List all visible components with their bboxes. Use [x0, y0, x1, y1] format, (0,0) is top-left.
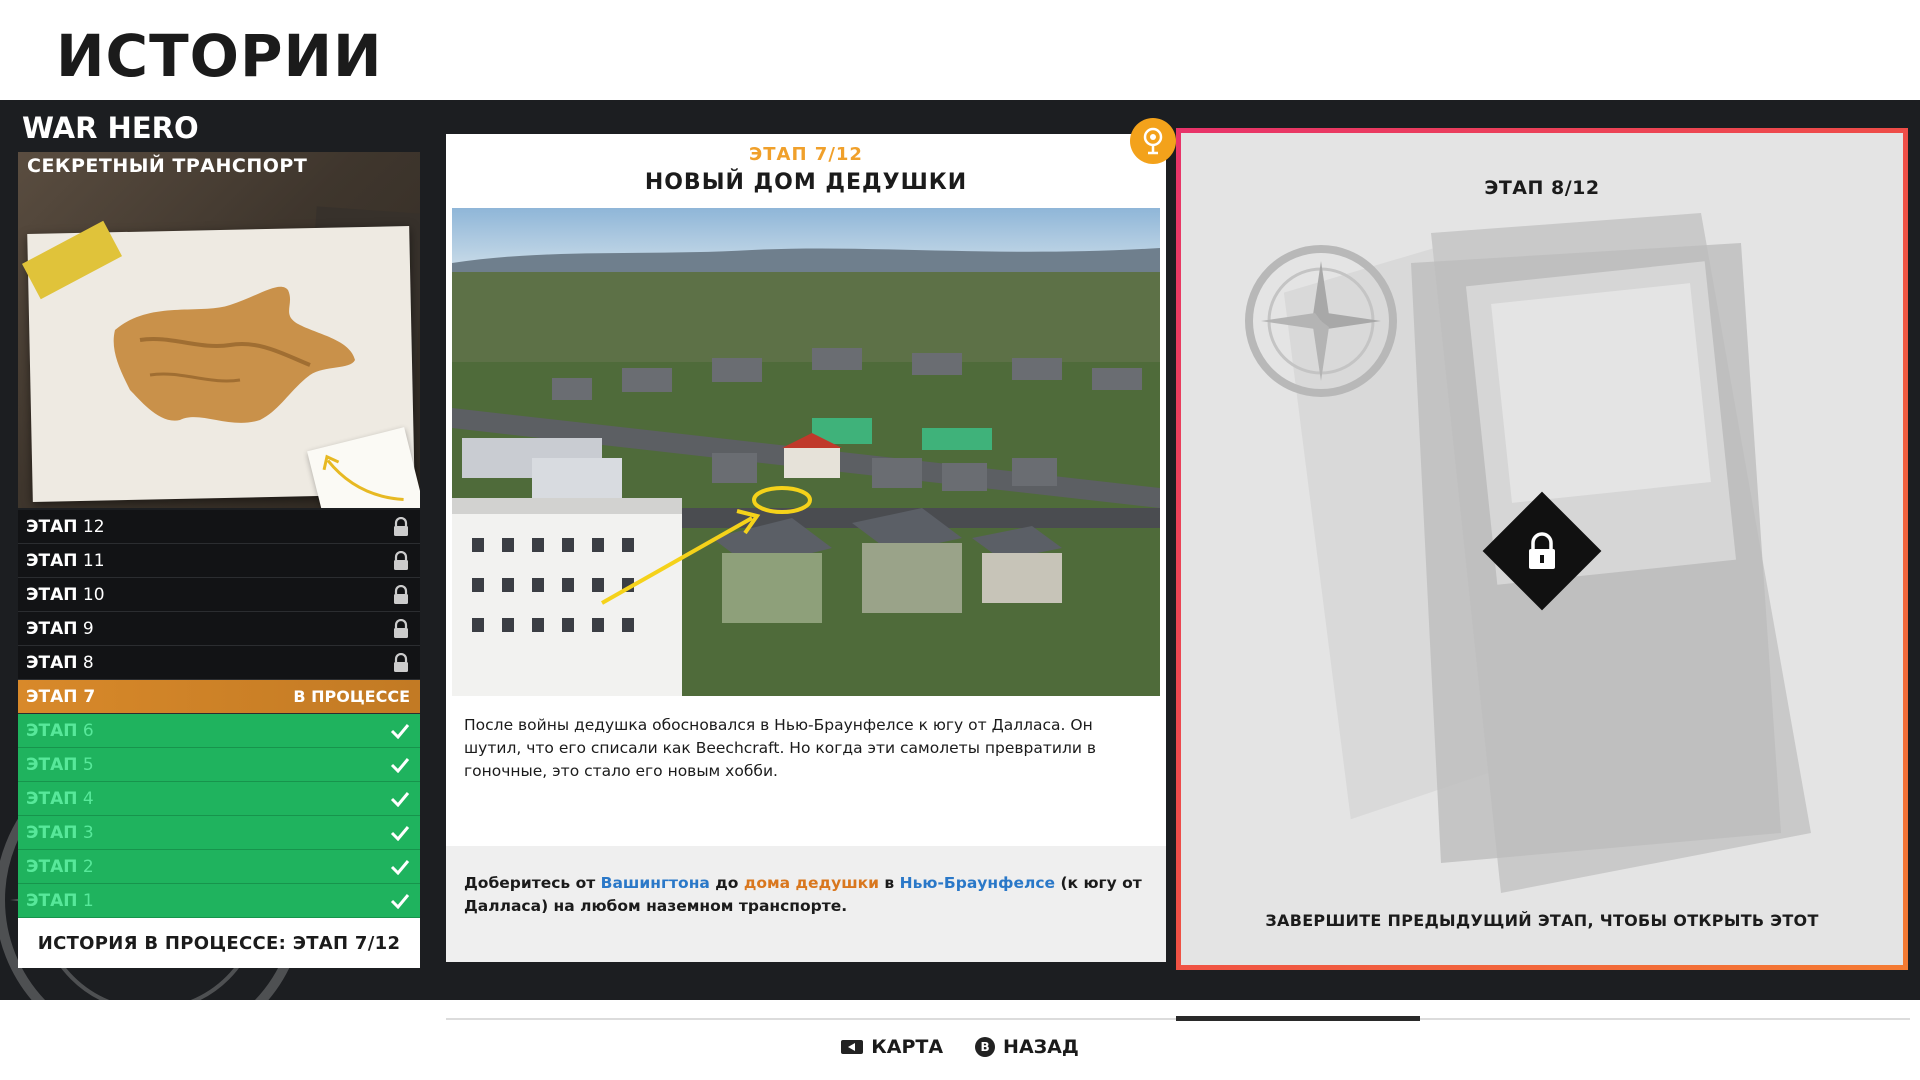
- stage-row-6[interactable]: ЭТАП 6: [18, 714, 420, 748]
- stage-title: НОВЫЙ ДОМ ДЕДУШКИ: [644, 170, 968, 195]
- page-indicator-track-right: [1420, 1018, 1910, 1020]
- stage-label: ЭТАП: [26, 652, 78, 673]
- stage-location-image: [452, 208, 1160, 696]
- stage-label: ЭТАП: [26, 754, 78, 775]
- stage-label: ЭТАП: [26, 720, 78, 741]
- stage-row-3[interactable]: ЭТАП 3: [18, 816, 420, 850]
- stage-row-8[interactable]: ЭТАП 8: [18, 646, 420, 680]
- stage-number: 11: [82, 550, 105, 571]
- back-button-icon: B: [975, 1037, 996, 1057]
- stage-label: ЭТАП: [26, 856, 78, 877]
- check-icon: [390, 825, 410, 841]
- stage-number: 12: [82, 516, 105, 537]
- lock-icon: [1529, 532, 1555, 569]
- stage-number: 2: [82, 856, 94, 877]
- location-new-braunfels: Нью-Браунфелсе: [899, 874, 1056, 892]
- stage-label: ЭТАП: [26, 584, 78, 605]
- stage-row-4[interactable]: ЭТАП 4: [18, 782, 420, 816]
- stage-number-label: ЭТАП 7/12: [749, 144, 863, 165]
- stage-label: ЭТАП: [26, 686, 78, 707]
- stage-status: В ПРОЦЕССЕ: [293, 687, 410, 706]
- stage-number: 8: [82, 652, 94, 673]
- stage-label: ЭТАП: [26, 822, 78, 843]
- stage-number: 9: [82, 618, 94, 639]
- stage-row-1[interactable]: ЭТАП 1: [18, 884, 420, 918]
- lock-icon: [394, 584, 408, 604]
- location-washington: Вашингтона: [600, 874, 710, 892]
- objective-text: Доберитесь от Вашингтона до дома дедушки…: [464, 874, 1142, 915]
- page-indicator-active: [1176, 1016, 1420, 1021]
- map-button-icon: [841, 1040, 864, 1054]
- check-icon: [390, 757, 410, 773]
- stage-row-2[interactable]: ЭТАП 2: [18, 850, 420, 884]
- story-progress-label: ИСТОРИЯ В ПРОЦЕССЕ:: [37, 932, 287, 954]
- back-hint[interactable]: B НАЗАД: [975, 1036, 1079, 1058]
- stage-number: 10: [82, 584, 105, 605]
- stage-number: 1: [82, 890, 94, 911]
- lock-icon: [394, 516, 408, 536]
- stage-number: 3: [82, 822, 94, 843]
- stage-number: 4: [82, 788, 94, 809]
- story-card-subtitle: СЕКРЕТНЫЙ ТРАНСПОРТ: [27, 155, 308, 177]
- stage-row-5[interactable]: ЭТАП 5: [18, 748, 420, 782]
- stage-detail-card: ЭТАП 7/12 НОВЫЙ ДОМ ДЕДУШКИ После войны …: [446, 134, 1166, 962]
- check-icon: [390, 723, 410, 739]
- lock-icon: [394, 550, 408, 570]
- location-grandpa-house: дома дедушки: [743, 874, 880, 892]
- lock-icon: [394, 652, 408, 672]
- stage-label: ЭТАП: [26, 516, 78, 537]
- check-icon: [390, 859, 410, 875]
- stage-number: 6: [82, 720, 94, 741]
- story-progress: ИСТОРИЯ В ПРОЦЕССЕ: ЭТАП 7/12: [18, 918, 420, 968]
- stage-row-11[interactable]: ЭТАП 11: [18, 544, 420, 578]
- stage-row-10[interactable]: ЭТАП 10: [18, 578, 420, 612]
- stage-description: После войны дедушка обосновался в Нью-Бр…: [464, 716, 1096, 780]
- stage-row-7[interactable]: ЭТАП 7 В ПРОЦЕССЕ: [18, 680, 420, 714]
- tarp-illustration: [113, 286, 355, 423]
- stage-row-9[interactable]: ЭТАП 9: [18, 612, 420, 646]
- map-hint[interactable]: КАРТА: [841, 1036, 943, 1058]
- story-card[interactable]: СЕКРЕТНЫЙ ТРАНСПОРТ: [18, 152, 420, 508]
- map-label: КАРТА: [871, 1036, 944, 1058]
- pin-icon[interactable]: [1130, 118, 1176, 164]
- lock-icon: [394, 618, 408, 638]
- story-progress-value: ЭТАП 7/12: [292, 932, 401, 954]
- check-icon: [390, 893, 410, 909]
- stage-number: 5: [82, 754, 94, 775]
- story-name: WAR HERO: [22, 111, 199, 145]
- bottom-nav: КАРТА B НАЗАД: [0, 1036, 1920, 1058]
- locked-stage-number: ЭТАП 8/12: [1484, 177, 1600, 199]
- stage-label: ЭТАП: [26, 550, 78, 571]
- beechcraft-term: Beechcraft: [695, 739, 780, 757]
- objective-panel: Доберитесь от Вашингтона до дома дедушки…: [446, 846, 1166, 962]
- page-title: ИСТОРИИ: [56, 22, 383, 90]
- stage-label: ЭТАП: [26, 788, 78, 809]
- page-indicator-track: [446, 1018, 1176, 1020]
- stage-list: ЭТАП 12 ЭТАП 11 ЭТАП 10 ЭТАП 9 ЭТАП 8 ЭТ…: [18, 510, 420, 918]
- stage-row-12[interactable]: ЭТАП 12: [18, 510, 420, 544]
- locked-stage-panel[interactable]: ЭТАП 8/12 ЗАВЕРШИТЕ ПРЕДЫДУЩИЙ ЭТАП, ЧТО…: [1176, 128, 1908, 970]
- back-label: НАЗАД: [1003, 1036, 1079, 1058]
- check-icon: [390, 791, 410, 807]
- stage-number: 7: [83, 686, 96, 707]
- stage-label: ЭТАП: [26, 890, 78, 911]
- stage-label: ЭТАП: [26, 618, 78, 639]
- locked-stage-note: ЗАВЕРШИТЕ ПРЕДЫДУЩИЙ ЭТАП, ЧТОБЫ ОТКРЫТЬ…: [1265, 911, 1819, 930]
